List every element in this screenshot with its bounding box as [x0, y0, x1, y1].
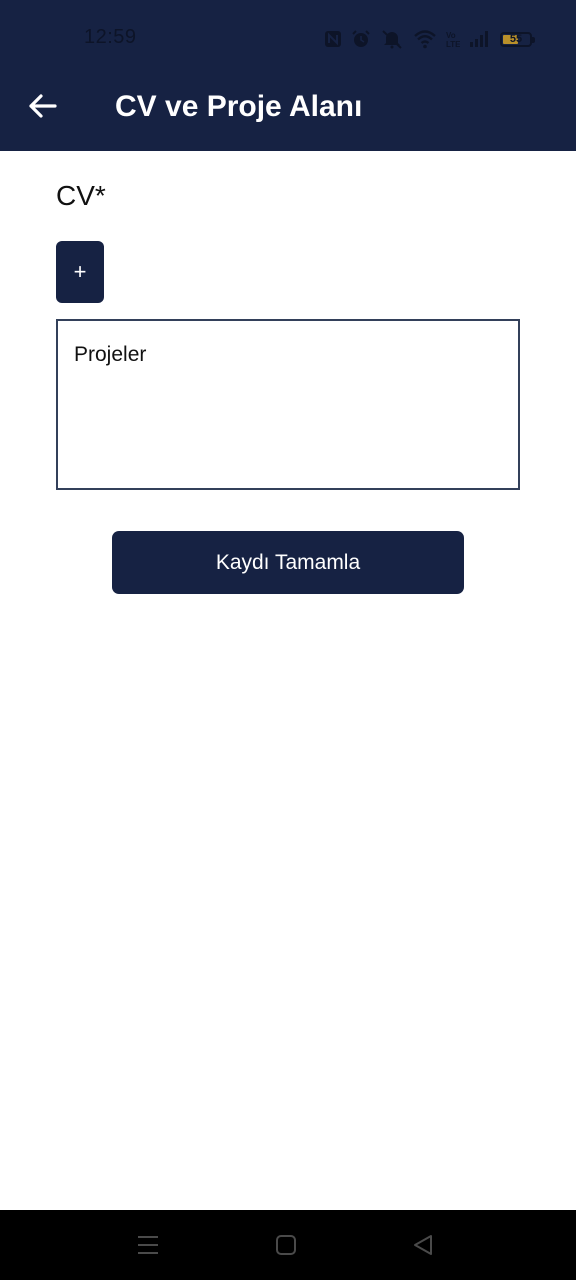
add-cv-button[interactable]: +	[56, 241, 104, 303]
svg-text:Vo: Vo	[446, 31, 456, 40]
recent-apps-button[interactable]	[133, 1230, 163, 1260]
alarm-icon	[351, 29, 371, 49]
nfc-icon	[324, 30, 342, 48]
battery-level: 55	[509, 32, 523, 45]
signal-icon	[469, 30, 491, 48]
arrow-left-icon	[29, 94, 57, 118]
status-time: 12:59	[84, 26, 137, 48]
cv-label: CV*	[56, 180, 106, 211]
complete-registration-button[interactable]: Kaydı Tamamla	[112, 531, 464, 594]
home-button[interactable]	[271, 1230, 301, 1260]
battery-icon: 55	[500, 31, 535, 47]
system-nav-bar	[0, 1210, 576, 1280]
wifi-icon	[413, 29, 437, 49]
page-title: CV ve Proje Alanı	[115, 90, 363, 123]
screen: 12:59 Vo LTE 55 CV ve Proje Alanı CV* + …	[0, 0, 576, 1280]
back-nav-button[interactable]	[408, 1230, 438, 1260]
back-button[interactable]	[22, 86, 62, 126]
square-icon	[276, 1235, 296, 1255]
projects-placeholder: Projeler	[74, 343, 147, 366]
triangle-back-icon	[414, 1235, 432, 1255]
app-header: 12:59 Vo LTE 55 CV ve Proje Alanı	[0, 0, 576, 151]
volte-icon: Vo LTE	[446, 29, 460, 49]
mute-icon	[380, 29, 404, 49]
projects-textarea[interactable]: Projeler	[56, 319, 520, 490]
status-icons: Vo LTE 55	[324, 26, 535, 52]
menu-icon	[138, 1236, 158, 1254]
svg-text:LTE: LTE	[446, 40, 460, 49]
